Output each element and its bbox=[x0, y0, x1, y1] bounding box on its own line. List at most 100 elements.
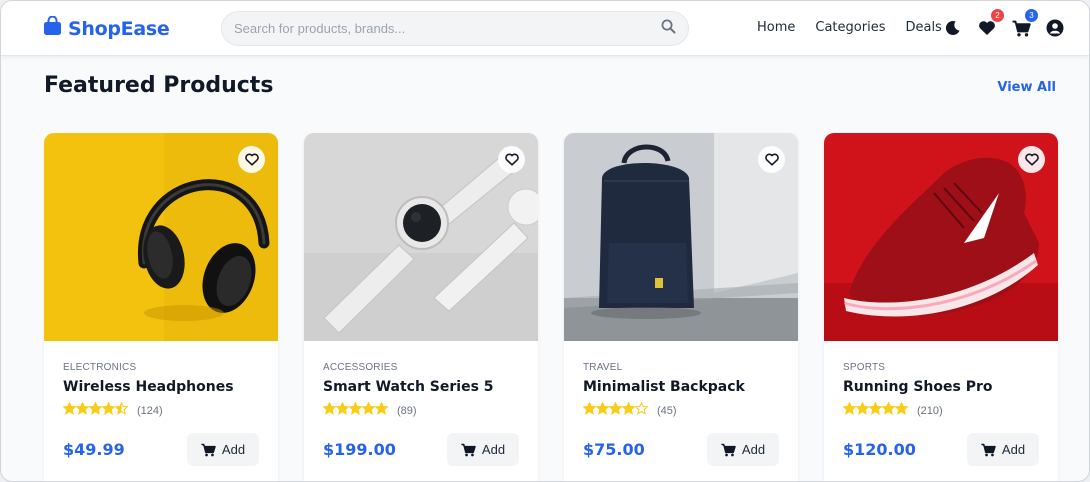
star-icon bbox=[335, 401, 350, 415]
cart-button[interactable]: 3 bbox=[1011, 9, 1038, 38]
heart-outline-icon bbox=[1024, 153, 1039, 166]
favorite-button[interactable] bbox=[758, 146, 785, 173]
product-name[interactable]: Running Shoes Pro bbox=[843, 379, 1039, 395]
product-price: $75.00 bbox=[583, 440, 645, 459]
nav-link-deals[interactable]: Deals bbox=[905, 20, 941, 35]
review-count: (210) bbox=[917, 405, 943, 417]
theme-toggle-button[interactable] bbox=[943, 18, 963, 38]
product-card[interactable]: TRAVEL Minimalist Backpack (45) $75.00 A… bbox=[564, 133, 798, 481]
moon-icon bbox=[945, 21, 960, 36]
product-rating: (210) bbox=[842, 401, 1039, 420]
heart-icon bbox=[979, 21, 995, 35]
star-icon bbox=[322, 401, 337, 415]
nav-link-home[interactable]: Home bbox=[757, 20, 795, 35]
page-frame: ShopEase Home Categories Deals bbox=[0, 0, 1090, 482]
star-icon bbox=[361, 401, 376, 415]
add-to-cart-button[interactable]: Add bbox=[707, 433, 779, 466]
star-icon bbox=[621, 401, 636, 415]
star-icon bbox=[595, 401, 610, 415]
favorite-button[interactable] bbox=[238, 146, 265, 173]
brand-logo[interactable]: ShopEase bbox=[43, 15, 170, 41]
nav-link-categories[interactable]: Categories bbox=[815, 20, 885, 35]
review-count: (45) bbox=[657, 405, 677, 417]
rating-stars bbox=[842, 401, 909, 420]
review-count: (89) bbox=[397, 405, 417, 417]
rating-stars bbox=[62, 401, 129, 420]
header-actions: 2 3 bbox=[943, 9, 1065, 38]
star-icon bbox=[374, 401, 389, 415]
add-to-cart-button[interactable]: Add bbox=[447, 433, 519, 466]
product-price: $120.00 bbox=[843, 440, 916, 459]
product-category: ELECTRONICS bbox=[63, 362, 137, 373]
product-card[interactable]: ACCESSORIES Smart Watch Series 5 (89) $1… bbox=[304, 133, 538, 481]
product-category: TRAVEL bbox=[583, 362, 623, 373]
star-icon bbox=[842, 401, 857, 415]
view-all-link[interactable]: View All bbox=[997, 80, 1056, 95]
add-button-label: Add bbox=[481, 442, 506, 457]
search-input[interactable] bbox=[234, 21, 661, 36]
search-bar bbox=[221, 11, 689, 46]
add-button-label: Add bbox=[221, 442, 246, 457]
product-price: $199.00 bbox=[323, 440, 396, 459]
star-rating-icons bbox=[582, 401, 649, 415]
cart-icon bbox=[461, 443, 476, 456]
product-image[interactable] bbox=[564, 133, 798, 341]
star-rating-icons bbox=[322, 401, 389, 415]
star-icon bbox=[62, 401, 77, 415]
user-circle-icon bbox=[1046, 19, 1064, 37]
star-icon bbox=[348, 401, 363, 415]
account-button[interactable] bbox=[1045, 18, 1065, 38]
star-icon bbox=[88, 401, 103, 415]
star-icon bbox=[855, 401, 870, 415]
product-category: ACCESSORIES bbox=[323, 362, 398, 373]
wishlist-count-badge: 2 bbox=[991, 9, 1004, 22]
add-to-cart-button[interactable]: Add bbox=[187, 433, 259, 466]
section-title: Featured Products bbox=[44, 73, 274, 98]
product-price: $49.99 bbox=[63, 440, 125, 459]
product-card[interactable]: SPORTS Running Shoes Pro (210) $120.00 A… bbox=[824, 133, 1058, 481]
star-icon bbox=[634, 401, 649, 415]
product-image[interactable] bbox=[824, 133, 1058, 341]
heart-outline-icon bbox=[504, 153, 519, 166]
product-name[interactable]: Smart Watch Series 5 bbox=[323, 379, 519, 395]
search-icon[interactable] bbox=[661, 19, 676, 39]
cart-icon bbox=[981, 443, 996, 456]
product-category: SPORTS bbox=[843, 362, 886, 373]
star-rating-icons bbox=[62, 401, 129, 415]
rating-stars bbox=[582, 401, 649, 420]
product-rating: (124) bbox=[62, 401, 259, 420]
star-rating-icons bbox=[842, 401, 909, 415]
star-icon bbox=[868, 401, 883, 415]
add-button-label: Add bbox=[741, 442, 766, 457]
product-name[interactable]: Minimalist Backpack bbox=[583, 379, 779, 395]
favorite-button[interactable] bbox=[1018, 146, 1045, 173]
add-to-cart-button[interactable]: Add bbox=[967, 433, 1039, 466]
product-rating: (89) bbox=[322, 401, 519, 420]
product-image[interactable] bbox=[44, 133, 278, 341]
heart-outline-icon bbox=[244, 153, 259, 166]
star-icon bbox=[608, 401, 623, 415]
product-name[interactable]: Wireless Headphones bbox=[63, 379, 259, 395]
star-icon bbox=[101, 401, 116, 415]
rating-stars bbox=[322, 401, 389, 420]
cart-count-badge: 3 bbox=[1025, 9, 1038, 22]
cart-icon bbox=[721, 443, 736, 456]
review-count: (124) bbox=[137, 405, 163, 417]
product-image[interactable] bbox=[304, 133, 538, 341]
favorite-button[interactable] bbox=[498, 146, 525, 173]
star-icon bbox=[114, 401, 129, 415]
star-icon bbox=[75, 401, 90, 415]
brand-name: ShopEase bbox=[68, 17, 170, 40]
heart-outline-icon bbox=[764, 153, 779, 166]
star-icon bbox=[582, 401, 597, 415]
shopping-bag-icon bbox=[43, 15, 62, 41]
product-rating: (45) bbox=[582, 401, 779, 420]
star-icon bbox=[881, 401, 896, 415]
main-nav: Home Categories Deals bbox=[757, 20, 962, 35]
add-button-label: Add bbox=[1001, 442, 1026, 457]
top-navbar: ShopEase Home Categories Deals bbox=[1, 1, 1089, 56]
cart-icon bbox=[201, 443, 216, 456]
product-card[interactable]: ELECTRONICS Wireless Headphones (124) $4… bbox=[44, 133, 278, 481]
wishlist-button[interactable]: 2 bbox=[977, 9, 1004, 38]
star-icon bbox=[894, 401, 909, 415]
